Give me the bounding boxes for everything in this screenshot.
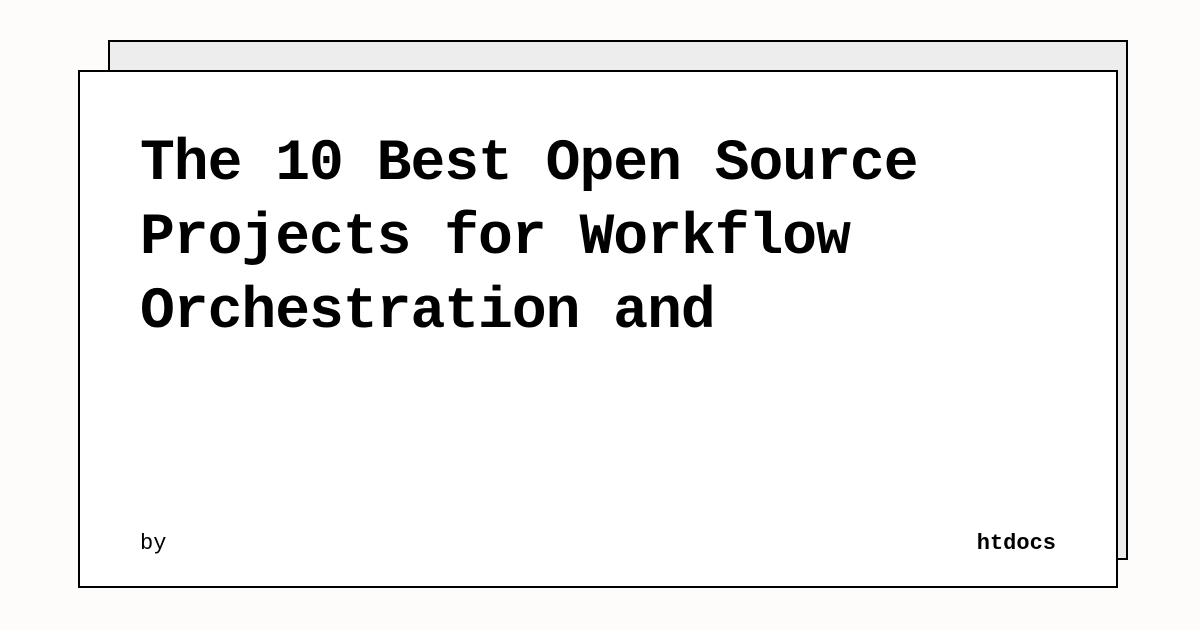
card-footer: by htdocs <box>140 531 1056 556</box>
card-title: The 10 Best Open Source Projects for Wor… <box>140 128 1056 511</box>
card: The 10 Best Open Source Projects for Wor… <box>78 70 1118 588</box>
brand-label: htdocs <box>977 531 1056 556</box>
author-by-label: by <box>140 531 166 556</box>
